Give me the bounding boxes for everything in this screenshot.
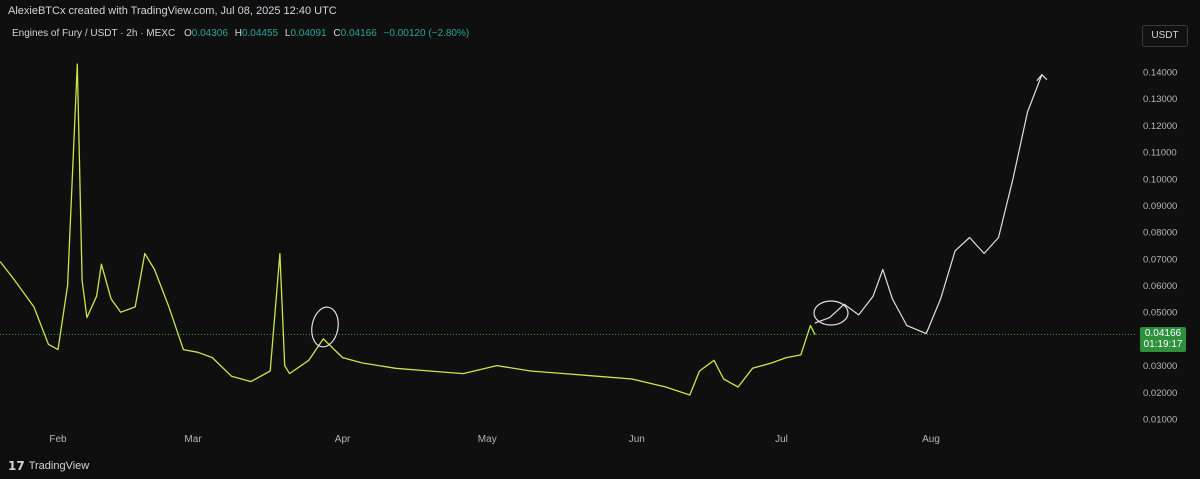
bar-countdown: 01:19:17 <box>1143 339 1183 350</box>
price-tick-label: 0.05000 <box>1143 308 1177 319</box>
price-tick-label: 0.11000 <box>1143 148 1177 159</box>
symbol-legend: Engines of Fury / USDT · 2h · MEXC O0.04… <box>12 28 469 39</box>
tradingview-brand: TradingView <box>28 460 90 472</box>
last-price-tag: 0.04166 01:19:17 <box>1140 327 1186 352</box>
price-tick-label: 0.03000 <box>1143 361 1177 372</box>
open-value: 0.04306 <box>191 28 228 39</box>
low-value: 0.04091 <box>290 28 327 39</box>
close-label: C <box>333 28 341 39</box>
open-label: O <box>183 28 192 39</box>
projection-arrowhead <box>1036 73 1048 82</box>
price-tick-label: 0.12000 <box>1143 121 1177 132</box>
time-tick-label: Jun <box>629 434 645 445</box>
price-tick-label: 0.10000 <box>1143 174 1177 185</box>
time-tick-label: Apr <box>335 434 351 445</box>
time-tick-label: May <box>478 434 497 445</box>
tradingview-logo[interactable]: 17 TradingView <box>8 459 89 473</box>
price-chart[interactable]: 0.010000.020000.030000.040000.050000.060… <box>0 0 1200 479</box>
price-tick-label: 0.14000 <box>1143 68 1177 79</box>
drawings-group[interactable] <box>309 300 849 349</box>
price-tick-label: 0.06000 <box>1143 281 1177 292</box>
close-value: 0.04166 <box>340 28 377 39</box>
price-tick-label: 0.07000 <box>1143 254 1177 265</box>
time-axis[interactable]: Feb Mar Apr May Jun Jul Aug <box>49 434 940 445</box>
series-group <box>0 63 1048 396</box>
last-price-value: 0.04166 <box>1144 328 1182 339</box>
time-tick-label: Aug <box>922 434 940 445</box>
circle-annotation-march[interactable] <box>309 305 342 349</box>
footer-bar <box>0 454 1200 479</box>
projection-drawing <box>814 74 1043 335</box>
price-tick-label: 0.09000 <box>1143 201 1177 212</box>
symbol-name[interactable]: Engines of Fury / USDT · 2h · MEXC <box>12 28 175 39</box>
price-axis[interactable]: 0.010000.020000.030000.040000.050000.060… <box>1143 68 1177 426</box>
high-value: 0.04455 <box>241 28 279 39</box>
time-tick-label: Jul <box>775 434 788 445</box>
time-tick-label: Feb <box>49 434 67 445</box>
tradingview-logo-icon: 17 <box>8 459 25 473</box>
change-value: −0.00120 (−2.80%) <box>383 28 470 39</box>
currency-unit-button[interactable]: USDT <box>1142 25 1188 47</box>
high-label: H <box>234 28 242 39</box>
circle-annotation-july[interactable] <box>813 300 849 326</box>
price-line <box>0 63 816 396</box>
price-tick-label: 0.13000 <box>1143 94 1177 105</box>
time-tick-label: Mar <box>184 434 202 445</box>
price-tick-label: 0.01000 <box>1143 415 1177 426</box>
price-tick-label: 0.08000 <box>1143 228 1177 239</box>
price-tick-label: 0.02000 <box>1143 388 1177 399</box>
